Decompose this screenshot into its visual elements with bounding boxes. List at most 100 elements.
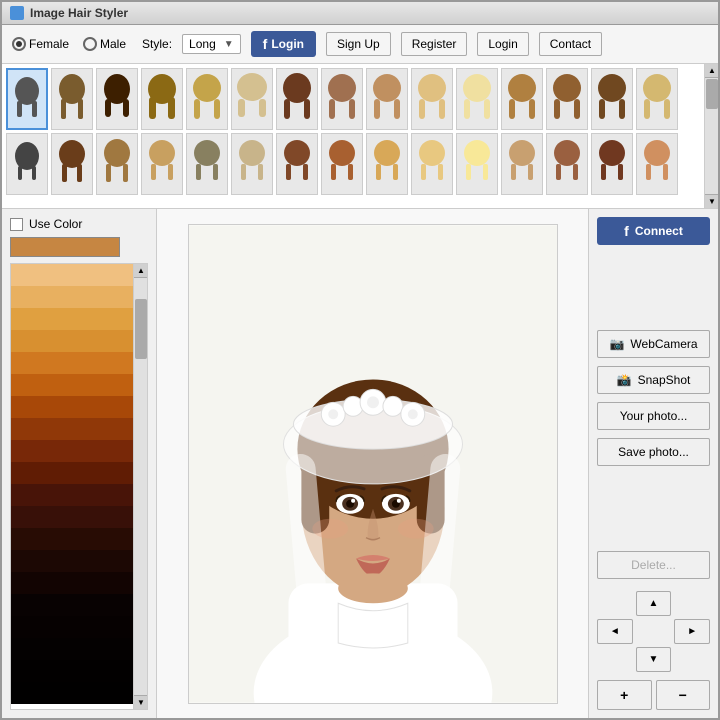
gallery-scrollbar-thumb[interactable] (706, 79, 718, 109)
webcamera-button[interactable]: 📷 WebCamera (597, 330, 710, 358)
hair-thumb-18[interactable] (96, 133, 138, 195)
color-swatch-item[interactable] (11, 682, 133, 704)
hair-thumb-16[interactable] (6, 133, 48, 195)
color-scrollbar-thumb[interactable] (135, 299, 147, 359)
hair-thumb-11[interactable] (456, 68, 498, 130)
hair-thumb-23[interactable] (321, 133, 363, 195)
color-swatch-item[interactable] (11, 264, 133, 286)
color-swatch-item[interactable] (11, 330, 133, 352)
gallery-scrollbar: ▲ ▼ (704, 64, 718, 208)
zoom-out-button[interactable]: − (656, 680, 711, 710)
color-scroll-down[interactable]: ▼ (134, 695, 148, 709)
male-radio[interactable]: Male (83, 37, 126, 51)
zoom-in-button[interactable]: + (597, 680, 652, 710)
fb-icon: f (263, 36, 268, 52)
hair-thumb-20[interactable] (186, 133, 228, 195)
color-swatch-item[interactable] (11, 286, 133, 308)
hair-thumb-30[interactable] (636, 133, 678, 195)
hair-thumb-13[interactable] (546, 68, 588, 130)
color-scroll-up[interactable]: ▲ (134, 264, 148, 278)
login-button[interactable]: Login (477, 32, 528, 56)
hair-thumb-4[interactable] (141, 68, 183, 130)
male-label: Male (100, 37, 126, 51)
style-dropdown[interactable]: Long ▼ (182, 34, 241, 54)
photo-container (188, 224, 558, 704)
hair-thumb-7[interactable] (276, 68, 318, 130)
female-radio[interactable]: Female (12, 37, 69, 51)
nav-empty-center (636, 619, 672, 644)
hair-thumb-9[interactable] (366, 68, 408, 130)
color-swatch-item[interactable] (11, 528, 133, 550)
color-swatch-item[interactable] (11, 484, 133, 506)
nav-empty-bl (597, 647, 633, 672)
color-swatch-item[interactable] (11, 462, 133, 484)
hair-thumb-25[interactable] (411, 133, 453, 195)
female-radio-circle[interactable] (12, 37, 26, 51)
register-button[interactable]: Register (401, 32, 468, 56)
hair-thumb-17[interactable] (51, 133, 93, 195)
fb-connect-label: Connect (635, 224, 683, 238)
hair-thumb-12[interactable] (501, 68, 543, 130)
save-photo-label: Save photo... (618, 445, 689, 459)
nav-left-button[interactable]: ◄ (597, 619, 633, 644)
gallery-scroll-down[interactable]: ▼ (705, 194, 718, 208)
hair-thumb-5[interactable] (186, 68, 228, 130)
hair-thumb-22[interactable] (276, 133, 318, 195)
nav-empty-br (674, 647, 710, 672)
hair-thumb-14[interactable] (591, 68, 633, 130)
window-title: Image Hair Styler (30, 6, 128, 20)
contact-button[interactable]: Contact (539, 32, 602, 56)
color-scrollbar-track (134, 278, 147, 695)
color-swatch-item[interactable] (11, 572, 133, 594)
color-swatch-item[interactable] (11, 440, 133, 462)
snapshot-button[interactable]: 📸 SnapShot (597, 366, 710, 394)
color-swatch-item[interactable] (11, 308, 133, 330)
color-swatch-item[interactable] (11, 638, 133, 660)
hair-thumb-10[interactable] (411, 68, 453, 130)
main-area: Use Color ▲ ▼ (2, 209, 718, 718)
color-swatch[interactable] (10, 237, 120, 257)
toolbar: Female Male Style: Long ▼ f Login Sign U… (2, 25, 718, 64)
hair-thumb-21[interactable] (231, 133, 273, 195)
color-swatch-item[interactable] (11, 352, 133, 374)
fb-login-button[interactable]: f Login (251, 31, 316, 57)
male-radio-circle[interactable] (83, 37, 97, 51)
color-swatch-item[interactable] (11, 506, 133, 528)
style-value: Long (189, 37, 216, 51)
hair-thumb-1[interactable] (6, 68, 48, 130)
color-swatch-item[interactable] (11, 374, 133, 396)
hair-thumb-15[interactable] (636, 68, 678, 130)
color-swatch-item[interactable] (11, 594, 133, 616)
hair-thumb-8[interactable] (321, 68, 363, 130)
fb-connect-button[interactable]: f Connect (597, 217, 710, 245)
hair-thumb-6[interactable] (231, 68, 273, 130)
hair-thumb-27[interactable] (501, 133, 543, 195)
nav-down-button[interactable]: ▼ (636, 647, 672, 672)
hair-thumb-28[interactable] (546, 133, 588, 195)
save-photo-button[interactable]: Save photo... (597, 438, 710, 466)
color-list (11, 264, 133, 709)
app-icon (10, 6, 24, 20)
color-scroll-container: ▲ ▼ (10, 263, 148, 710)
hair-thumb-24[interactable] (366, 133, 408, 195)
snapshot-icon: 📸 (617, 373, 632, 387)
color-swatch-item[interactable] (11, 418, 133, 440)
hair-thumb-29[interactable] (591, 133, 633, 195)
color-swatch-item[interactable] (11, 660, 133, 682)
your-photo-button[interactable]: Your photo... (597, 402, 710, 430)
gallery-scroll-up[interactable]: ▲ (705, 64, 718, 78)
color-swatch-item[interactable] (11, 396, 133, 418)
delete-button[interactable]: Delete... (597, 551, 710, 579)
color-swatch-item[interactable] (11, 550, 133, 572)
use-color-checkbox[interactable] (10, 218, 23, 231)
signup-button[interactable]: Sign Up (326, 32, 391, 56)
nav-up-button[interactable]: ▲ (636, 591, 672, 616)
hair-thumb-3[interactable] (96, 68, 138, 130)
color-swatch-item[interactable] (11, 616, 133, 638)
title-bar: Image Hair Styler (2, 2, 718, 25)
nav-right-button[interactable]: ► (674, 619, 710, 644)
hair-thumb-19[interactable] (141, 133, 183, 195)
use-color-row: Use Color (10, 217, 148, 231)
hair-thumb-2[interactable] (51, 68, 93, 130)
hair-thumb-26[interactable] (456, 133, 498, 195)
